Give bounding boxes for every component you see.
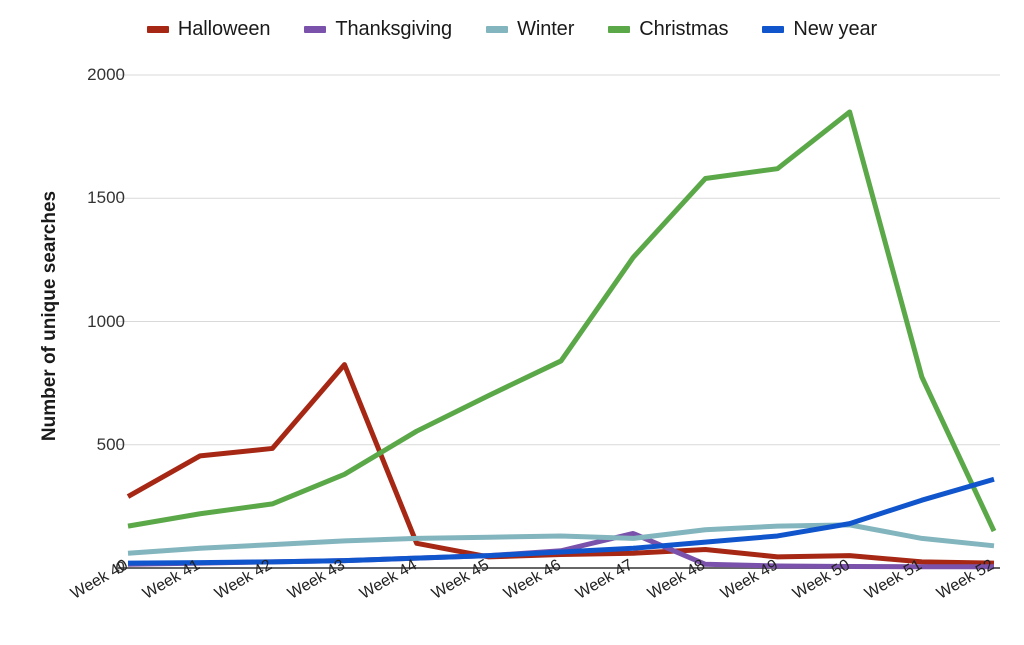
plot-svg (118, 74, 1000, 570)
y-tick-label: 500 (96, 434, 125, 454)
line-chart: Halloween Thanksgiving Winter Christmas New … (0, 0, 1024, 645)
series-line-halloween (126, 362, 995, 566)
y-tick-label: 1000 (87, 311, 125, 331)
y-axis-title: Number of unique searches (39, 190, 60, 442)
y-tick-label: 1500 (87, 188, 125, 208)
y-tick-label: 2000 (87, 65, 125, 84)
y-axis-ticks: 0 500 1000 1500 2000 (50, 0, 125, 645)
plot-area (0, 0, 1024, 645)
series-line-new-year (127, 476, 995, 566)
